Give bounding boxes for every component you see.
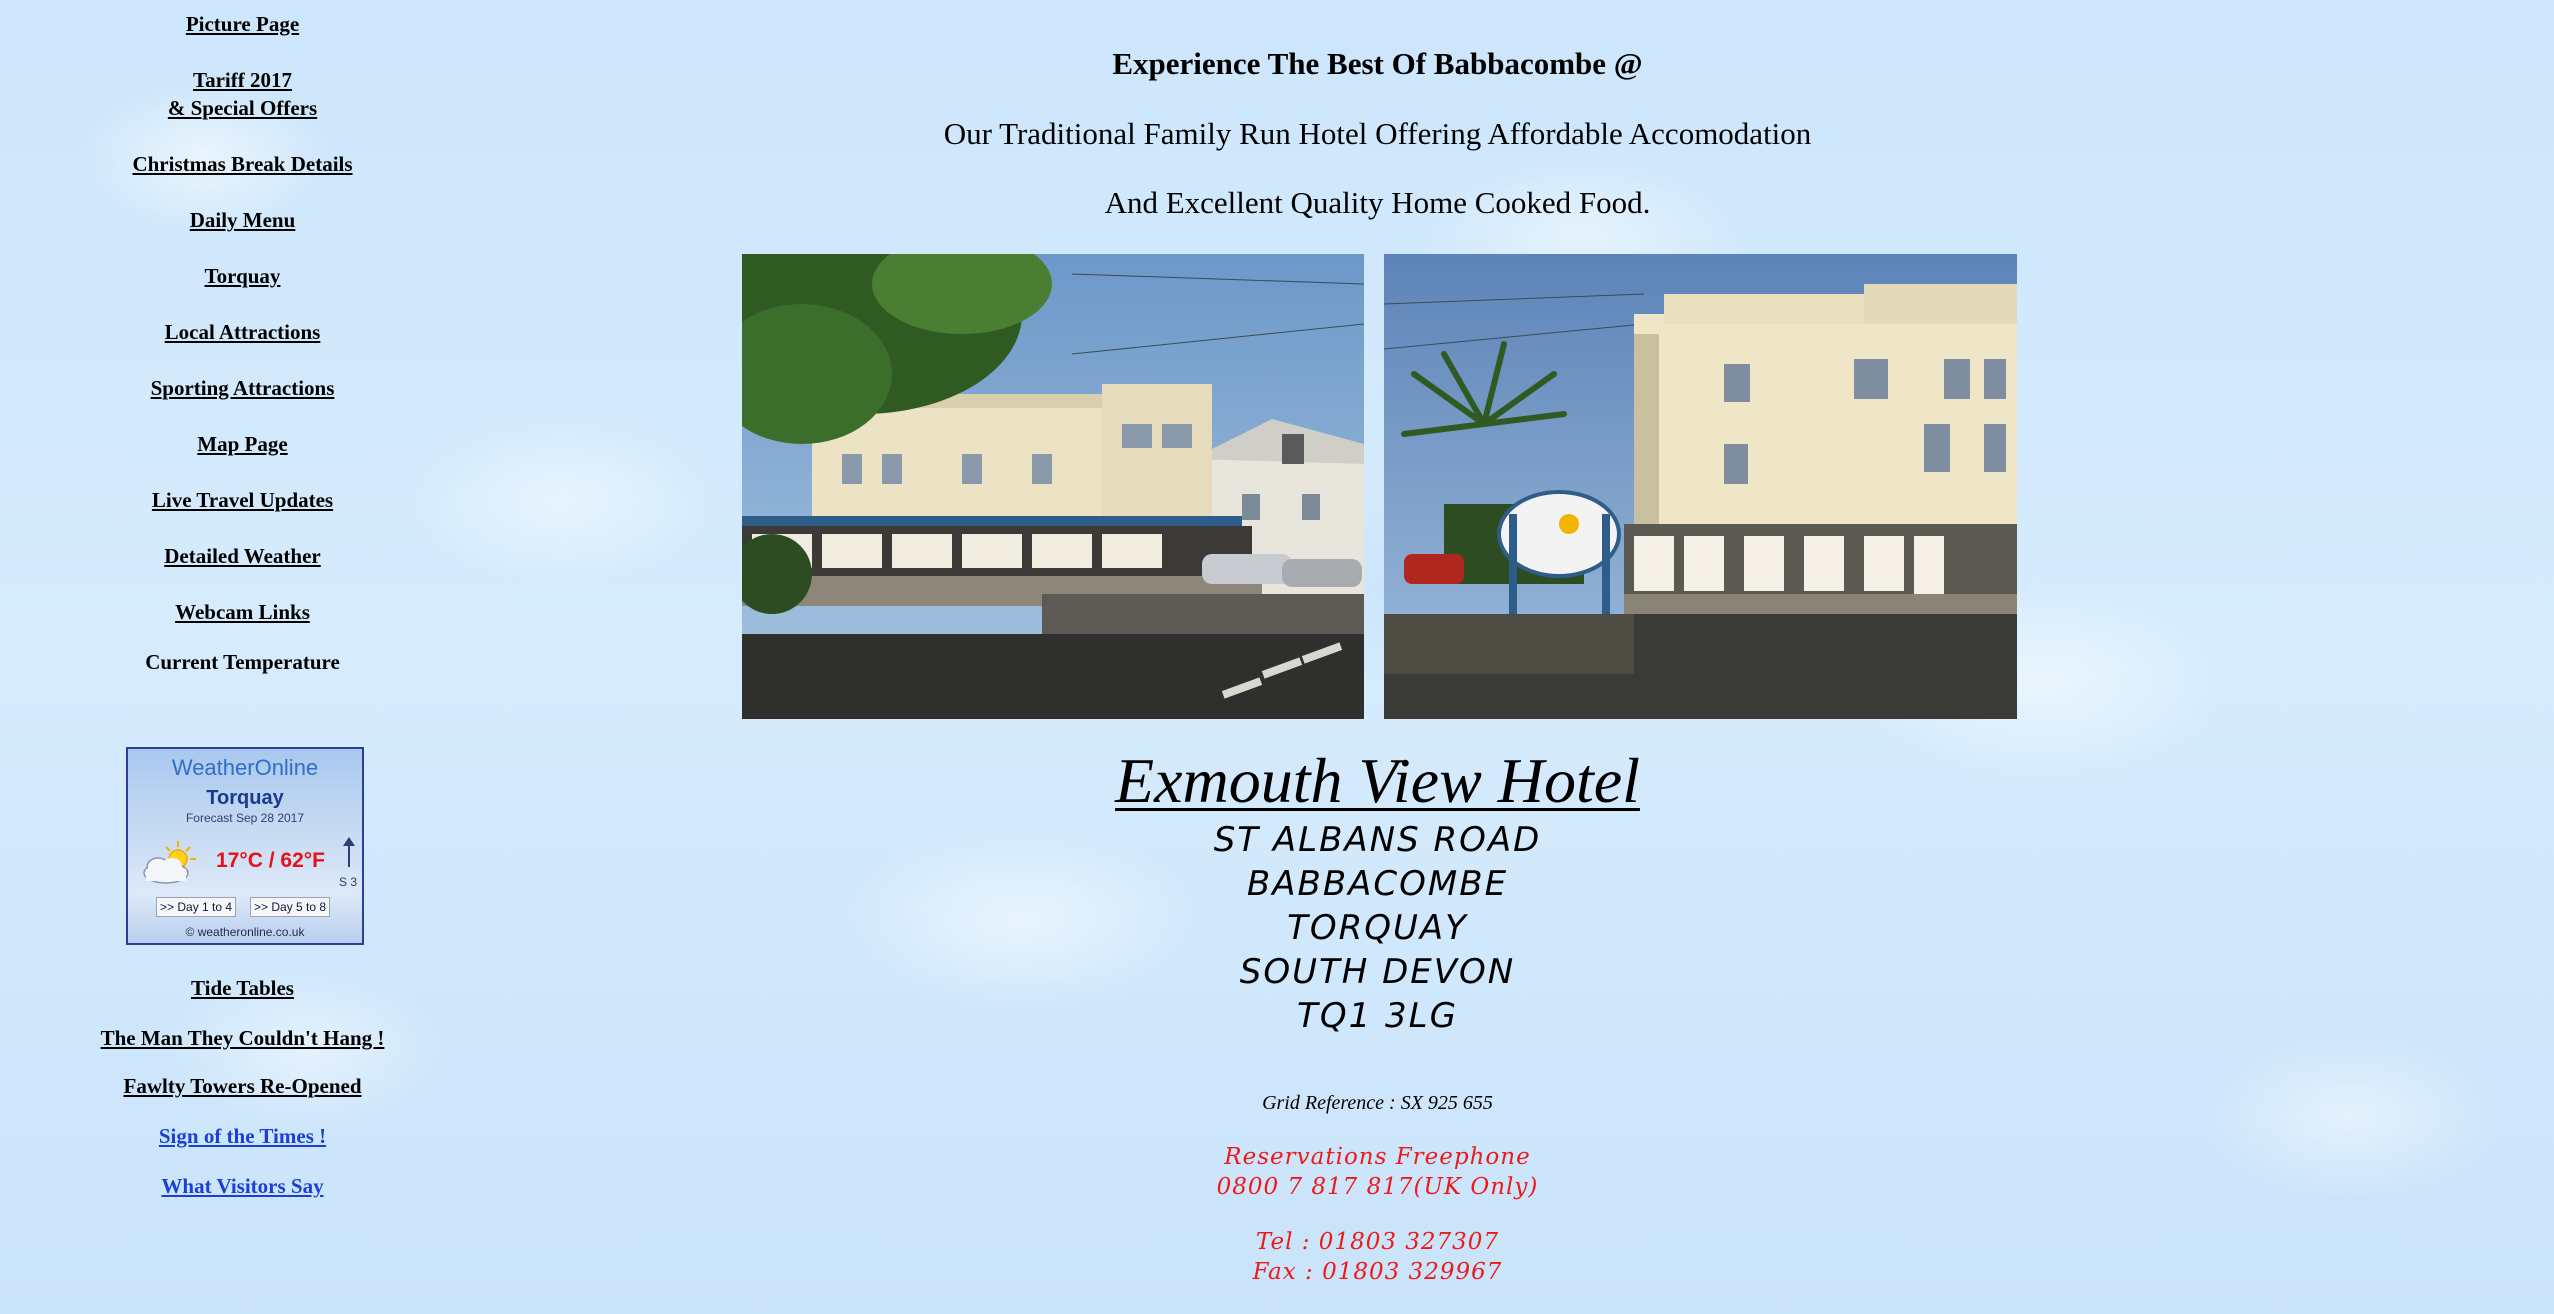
weather-day1-4-button[interactable]: >> Day 1 to 4: [156, 897, 237, 917]
nav-link-man-they-couldnt-hang[interactable]: The Man They Couldn't Hang !: [0, 1024, 485, 1052]
weather-brand: WeatherOnline: [171, 755, 319, 780]
nav-link-local-attractions[interactable]: Local Attractions: [0, 318, 485, 346]
wind-direction-icon: [343, 837, 355, 867]
nav-link-daily-menu[interactable]: Daily Menu: [0, 206, 485, 234]
weather-temperature: 17°C / 62°F: [216, 849, 326, 872]
main-heading: Experience The Best Of Babbacombe @: [1112, 46, 1643, 81]
nav-link-detailed-weather[interactable]: Detailed Weather: [0, 542, 485, 570]
address-area: BABBACOMBE: [1246, 864, 1509, 904]
address-street: ST ALBANS ROAD: [1213, 820, 1542, 860]
weather-widget[interactable]: WeatherOnline Torquay Forecast Sep 28 20…: [126, 747, 364, 945]
nav-link-tariff-line2: & Special Offers: [167, 96, 318, 120]
weather-copyright: © weatheronline.co.uk: [185, 925, 305, 939]
address-county: SOUTH DEVON: [1239, 952, 1516, 992]
reservations-label: Reservations Freephone: [1224, 1144, 1531, 1170]
hotel-photo-front: [742, 254, 1364, 719]
weather-forecast-date: Forecast Sep 28 2017: [185, 811, 305, 825]
tagline-accommodation: Our Traditional Family Run Hotel Offerin…: [943, 116, 1812, 151]
nav-link-map-page[interactable]: Map Page: [0, 430, 485, 458]
nav-link-what-visitors-say[interactable]: What Visitors Say: [0, 1172, 485, 1200]
hotel-photo-side: [1384, 254, 2017, 719]
partly-cloudy-icon: [143, 841, 196, 884]
address-town: TORQUAY: [1287, 908, 1468, 948]
fax-number: Fax : 01803 329967: [1252, 1259, 1503, 1285]
nav-link-live-travel-updates[interactable]: Live Travel Updates: [0, 486, 485, 514]
nav-link-sporting-attractions[interactable]: Sporting Attractions: [0, 374, 485, 402]
address-postcode: TQ1 3LG: [1297, 996, 1458, 1036]
nav-link-picture-page[interactable]: Picture Page: [0, 10, 485, 38]
tagline-food: And Excellent Quality Home Cooked Food.: [1104, 185, 1651, 220]
nav-link-tide-tables[interactable]: Tide Tables: [0, 974, 485, 1002]
nav-link-christmas-break[interactable]: Christmas Break Details: [0, 150, 485, 178]
weather-city: Torquay: [206, 787, 284, 809]
current-temperature-label: Current Temperature: [145, 650, 340, 674]
hotel-name: Exmouth View Hotel: [1115, 745, 1640, 816]
telephone-number: Tel : 01803 327307: [1255, 1229, 1500, 1255]
weather-wind: S 3: [338, 875, 357, 889]
nav-link-webcam-links[interactable]: Webcam Links: [0, 598, 485, 626]
grid-reference: Grid Reference : SX 925 655: [1262, 1092, 1493, 1114]
weather-day5-8-button[interactable]: >> Day 5 to 8: [250, 897, 331, 917]
nav-link-tariff-line1: Tariff 2017: [193, 68, 292, 92]
freephone-number: 0800 7 817 817(UK Only): [1216, 1174, 1539, 1200]
nav-link-sign-of-the-times[interactable]: Sign of the Times !: [0, 1122, 485, 1150]
nav-link-torquay[interactable]: Torquay: [0, 262, 485, 290]
nav-link-tariff-special-offers[interactable]: Tariff 2017 & Special Offers: [0, 66, 485, 122]
nav-link-fawlty-towers[interactable]: Fawlty Towers Re-Opened: [0, 1072, 485, 1100]
